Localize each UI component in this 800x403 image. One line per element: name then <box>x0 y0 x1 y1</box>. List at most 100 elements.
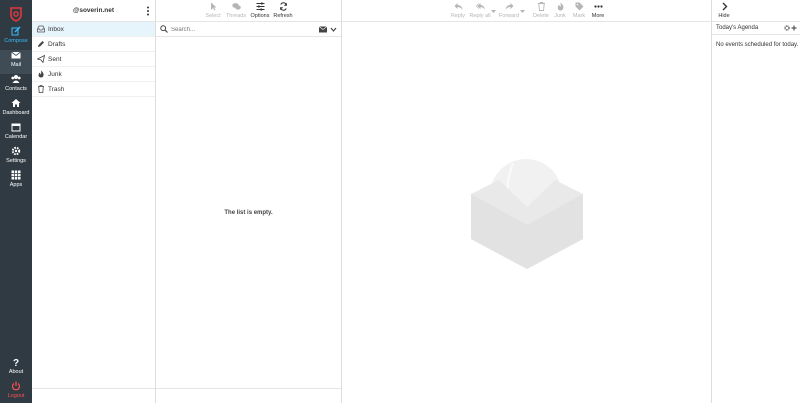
folder-label: Trash <box>48 86 65 93</box>
nav-mail-button[interactable]: Mail <box>0 50 32 74</box>
hide-label: Hide <box>718 13 730 19</box>
nav-about-label: About <box>8 369 24 375</box>
main-navigation: Compose Mail Contacts Dashboard Calendar… <box>0 0 32 403</box>
trash-icon <box>537 2 545 11</box>
reply-all-dropdown-icon[interactable] <box>491 10 496 14</box>
folder-label: Inbox <box>48 26 64 33</box>
folder-label: Drafts <box>48 41 66 48</box>
reply-icon <box>454 3 462 10</box>
threads-label: Threads <box>225 13 247 19</box>
calendar-icon <box>11 123 21 132</box>
power-icon <box>11 381 21 391</box>
folder-junk[interactable]: Junk <box>32 67 155 82</box>
message-preview-panel: Reply Reply all Forward Delete Junk Mark… <box>342 0 712 403</box>
agenda-panel: Hide Today's Agenda No events scheduled … <box>712 0 800 403</box>
pointer-icon <box>210 2 216 11</box>
reply-all-button[interactable]: Reply all <box>468 2 492 19</box>
chevron-right-icon <box>722 2 727 11</box>
fire-icon <box>38 70 44 78</box>
svg-text:?: ? <box>13 358 19 367</box>
reply-all-label: Reply all <box>469 13 491 19</box>
more-button[interactable]: More <box>586 2 610 19</box>
vertical-dots-icon[interactable] <box>145 6 151 16</box>
ellipsis-icon <box>593 5 603 8</box>
search-input[interactable] <box>171 24 311 35</box>
tag-icon <box>575 2 583 11</box>
inbox-icon <box>37 25 45 33</box>
envelope-icon[interactable] <box>319 26 327 33</box>
nav-contacts-button[interactable]: Contacts <box>0 74 32 98</box>
comments-icon <box>231 3 241 10</box>
list-footer <box>156 388 341 389</box>
chevron-down-icon[interactable] <box>330 26 337 33</box>
folder-label: Sent <box>48 56 62 63</box>
grid-icon <box>11 170 21 180</box>
forward-dropdown-icon[interactable] <box>520 10 525 14</box>
account-name: @soverin.net <box>72 7 114 14</box>
sliders-icon <box>256 2 264 11</box>
folder-panel-header: @soverin.net <box>32 0 155 22</box>
search-icon <box>160 25 168 33</box>
threads-button[interactable]: Threads <box>224 2 248 19</box>
logo-icon <box>10 7 22 22</box>
reply-button[interactable]: Reply <box>446 2 470 19</box>
gear-icon <box>11 146 21 156</box>
nav-settings-button[interactable]: Settings <box>0 146 32 170</box>
compose-icon <box>11 26 21 36</box>
list-toolbar: Select Threads Options Refresh <box>156 0 341 22</box>
forward-label: Forward <box>498 13 520 19</box>
nav-about-button[interactable]: ? About <box>0 357 32 381</box>
nav-calendar-label: Calendar <box>4 134 28 140</box>
fire-icon <box>557 2 563 11</box>
folder-sent[interactable]: Sent <box>32 52 155 67</box>
nav-compose-label: Compose <box>4 38 28 44</box>
agenda-toolbar: Hide <box>712 0 800 22</box>
plus-icon[interactable] <box>791 25 797 31</box>
empty-mailbox-illustration <box>471 159 583 269</box>
nav-dashboard-label: Dashboard <box>2 110 30 116</box>
search-bar <box>156 22 341 37</box>
select-button[interactable]: Select <box>201 2 225 19</box>
refresh-button[interactable]: Refresh <box>271 2 295 19</box>
nav-contacts-label: Contacts <box>5 86 27 92</box>
paper-plane-icon <box>37 55 45 63</box>
refresh-label: Refresh <box>273 13 293 19</box>
message-list-panel: Select Threads Options Refresh The list … <box>156 0 342 403</box>
agenda-header: Today's Agenda <box>712 22 800 35</box>
nav-apps-label: Apps <box>9 182 23 188</box>
contacts-icon <box>11 75 21 83</box>
question-icon: ? <box>13 358 19 367</box>
options-label: Options <box>250 13 270 19</box>
gear-icon[interactable] <box>784 25 790 31</box>
nav-apps-button[interactable]: Apps <box>0 170 32 194</box>
folder-panel-footer <box>32 388 155 389</box>
nav-mail-label: Mail <box>10 62 22 68</box>
more-label: More <box>591 13 605 19</box>
nav-calendar-button[interactable]: Calendar <box>0 122 32 146</box>
mail-icon <box>11 51 21 59</box>
select-label: Select <box>205 13 221 19</box>
pencil-icon <box>38 41 44 47</box>
home-icon <box>11 99 21 107</box>
agenda-empty-message: No events scheduled for today. <box>716 42 799 48</box>
folder-label: Junk <box>48 71 62 78</box>
options-button[interactable]: Options <box>248 2 272 19</box>
empty-list-message: The list is empty. <box>224 210 273 216</box>
nav-compose-button[interactable]: Compose <box>0 26 32 50</box>
nav-settings-label: Settings <box>6 158 26 164</box>
message-toolbar: Reply Reply all Forward Delete Junk Mark… <box>342 0 711 22</box>
forward-button[interactable]: Forward <box>497 2 521 19</box>
reply-all-icon <box>475 3 485 10</box>
refresh-icon <box>279 2 287 11</box>
nav-dashboard-button[interactable]: Dashboard <box>0 98 32 122</box>
trash-icon <box>38 85 44 93</box>
nav-logout-button[interactable]: Logout <box>0 381 32 403</box>
folder-trash[interactable]: Trash <box>32 82 155 97</box>
agenda-title: Today's Agenda <box>716 25 759 31</box>
folder-panel: @soverin.net Inbox Drafts Sent Junk Tras… <box>32 0 156 403</box>
hide-button[interactable]: Hide <box>712 2 736 19</box>
nav-logout-label: Logout <box>7 393 25 399</box>
folder-inbox[interactable]: Inbox <box>32 22 155 37</box>
reply-label: Reply <box>450 13 466 19</box>
folder-drafts[interactable]: Drafts <box>32 37 155 52</box>
